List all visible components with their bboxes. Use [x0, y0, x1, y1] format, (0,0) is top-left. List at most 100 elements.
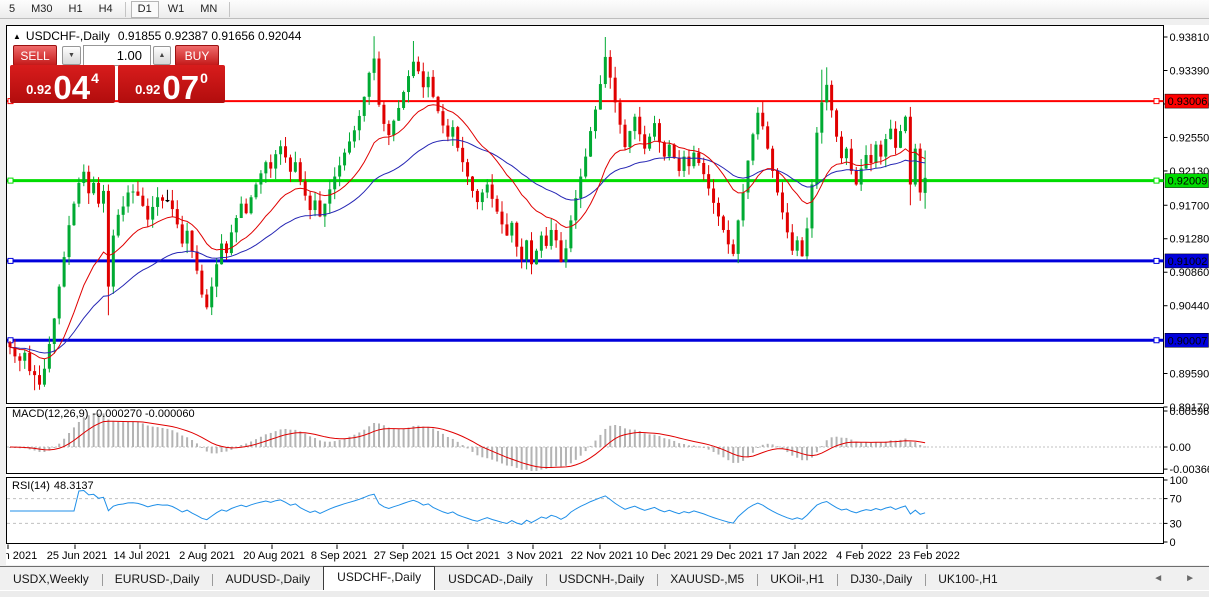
level-handle[interactable]: [8, 258, 13, 263]
level-handle[interactable]: [1154, 338, 1159, 343]
macd-bar: [540, 447, 542, 470]
candle-body: [314, 200, 317, 210]
candle-body: [633, 117, 636, 131]
candle-body: [574, 198, 577, 220]
candle-body: [889, 129, 892, 139]
collapse-chart-icon[interactable]: ▲: [13, 32, 21, 41]
candle-body: [825, 85, 828, 103]
date-label: 4 Feb 2022: [836, 550, 892, 562]
tab-eurusd-daily[interactable]: EURUSD-,Daily: [102, 570, 213, 590]
candle-body: [678, 158, 681, 171]
macd-bar: [309, 436, 311, 447]
candle-body: [53, 318, 56, 344]
candle-body: [810, 185, 813, 229]
candle-body: [309, 196, 312, 210]
macd-bar: [831, 437, 833, 447]
tab-xauusd-m5[interactable]: XAUUSD-,M5: [657, 570, 757, 590]
candle-body: [318, 200, 321, 216]
macd-bar: [742, 447, 744, 461]
candle-body: [815, 133, 818, 185]
candle-body: [604, 57, 607, 84]
candle-body: [176, 209, 179, 224]
level-handle[interactable]: [1154, 178, 1159, 183]
candle-body: [72, 204, 75, 226]
macd-bar: [211, 447, 213, 453]
period-button-w1[interactable]: W1: [161, 1, 192, 18]
period-button-mn[interactable]: MN: [193, 1, 224, 18]
macd-bar: [732, 447, 734, 463]
macd-bar: [767, 444, 769, 447]
macd-bar: [909, 442, 911, 447]
macd-bar: [393, 429, 395, 447]
macd-bar: [314, 438, 316, 447]
level-handle[interactable]: [8, 178, 13, 183]
tab-usdchf-daily[interactable]: USDCHF-,Daily: [323, 566, 435, 590]
candle-body: [722, 216, 725, 230]
volume-increase-button[interactable]: ▲: [153, 46, 171, 65]
candle-body: [200, 271, 203, 295]
macd-bar: [722, 447, 724, 457]
candle-body: [328, 189, 331, 203]
macd-bar: [531, 447, 533, 471]
period-button-5[interactable]: 5: [2, 1, 22, 18]
level-handle[interactable]: [1154, 99, 1159, 104]
volume-input[interactable]: 1.00: [83, 45, 151, 66]
tab-scroll-right-icon[interactable]: ►: [1185, 573, 1195, 584]
macd-bar: [713, 447, 715, 452]
period-button-m30[interactable]: M30: [24, 1, 59, 18]
candle-body: [520, 247, 523, 260]
sell-price-box[interactable]: 0.92 04 4: [10, 65, 115, 103]
macd-bar: [860, 443, 862, 447]
macd-bar: [285, 429, 287, 447]
y-tick-label: 0.90860: [1170, 267, 1209, 279]
macd-bar: [644, 433, 646, 447]
price-axis[interactable]: 0.938100.933900.929700.925500.921300.917…: [1164, 32, 1209, 549]
volume-decrease-button[interactable]: ▼: [62, 46, 81, 65]
candle-body: [732, 244, 735, 254]
candle-body: [151, 207, 154, 220]
candle-body: [225, 244, 228, 254]
period-button-h4[interactable]: H4: [92, 1, 120, 18]
rsi-tick-label: 70: [1170, 494, 1182, 506]
candle-body: [471, 177, 474, 191]
tab-uk100-h1[interactable]: UK100-,H1: [925, 570, 1010, 590]
period-button-d1[interactable]: D1: [131, 1, 159, 18]
macd-bar: [363, 430, 365, 447]
macd-tick-label: 0.00: [1170, 442, 1191, 454]
macd-bar: [491, 447, 493, 460]
macd-bar: [117, 422, 119, 447]
tab-dj30-daily[interactable]: DJ30-,Daily: [837, 570, 925, 590]
macd-bar: [535, 447, 537, 471]
one-click-trading-widget: SELL ▼ 1.00 ▲ BUY 0.92 04 4 0.92 07 0: [10, 45, 236, 103]
macd-bar: [737, 447, 739, 463]
macd-bar: [708, 447, 710, 450]
macd-bar: [166, 429, 168, 447]
tab-audusd-daily[interactable]: AUDUSD-,Daily: [212, 570, 323, 590]
macd-bar: [171, 430, 173, 447]
macd-bar: [152, 427, 154, 447]
terminal-window: 5M30H1H4 D1W1MN 0.938100.933900.929700.92…: [0, 0, 1209, 596]
chart-canvas[interactable]: 0.938100.933900.929700.925500.921300.917…: [6, 25, 1209, 565]
tab-usdcnh-daily[interactable]: USDCNH-,Daily: [546, 570, 657, 590]
candle-body: [9, 342, 12, 347]
candle-body: [392, 121, 395, 135]
level-handle[interactable]: [1154, 258, 1159, 263]
period-button-h1[interactable]: H1: [62, 1, 90, 18]
rsi-tick-label: 30: [1170, 518, 1182, 530]
sell-button[interactable]: SELL: [13, 45, 57, 66]
macd-bar: [339, 440, 341, 447]
buy-button[interactable]: BUY: [175, 45, 219, 66]
tab-usdx-weekly[interactable]: USDX,Weekly: [0, 570, 102, 590]
buy-price-box[interactable]: 0.92 07 0: [118, 65, 225, 103]
candle-body: [658, 123, 661, 142]
macd-bar: [78, 422, 80, 447]
tab-ukoil-h1[interactable]: UKOil-,H1: [757, 570, 837, 590]
candle-body: [441, 111, 444, 125]
candle-body: [737, 220, 740, 253]
candle-body: [756, 113, 759, 135]
candle-body: [186, 231, 189, 244]
macd-bar: [875, 442, 877, 447]
tab-scroll-left-icon[interactable]: ◄: [1153, 573, 1163, 584]
tab-usdcad-daily[interactable]: USDCAD-,Daily: [435, 570, 546, 590]
date-axis[interactable]: 7 Jun 202125 Jun 202114 Jul 20212 Aug 20…: [6, 545, 960, 563]
